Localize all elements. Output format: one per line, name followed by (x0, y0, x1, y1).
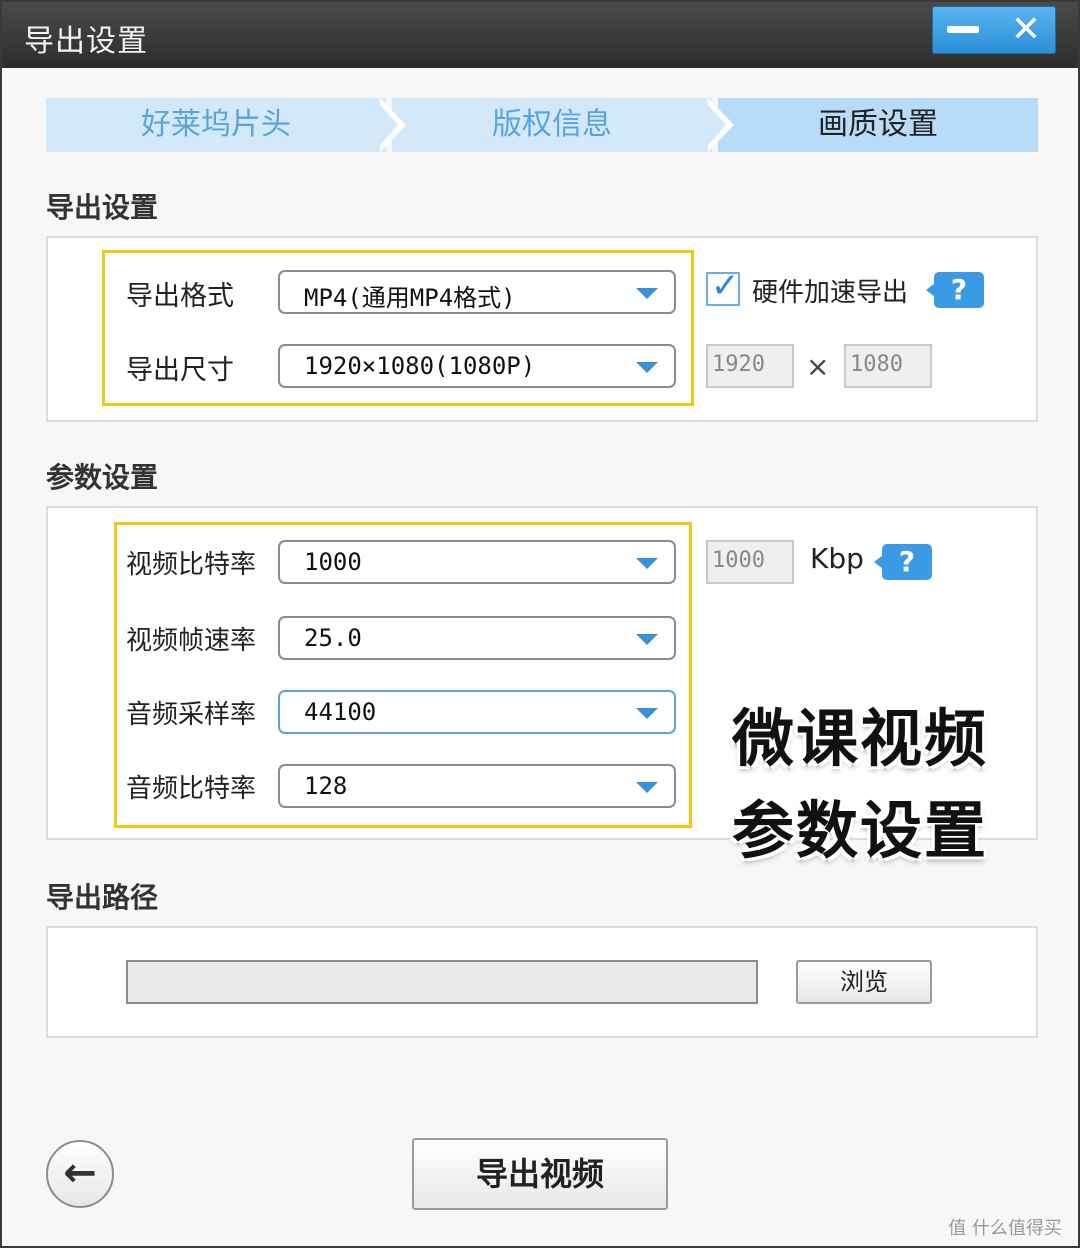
chevron-down-icon (636, 558, 658, 569)
export-settings-window: 导出设置 ✕ 好莱坞片头 版权信息 画质设置 导出设置 导出格式 MP4(通用M… (0, 0, 1080, 1248)
chevron-down-icon (636, 288, 658, 299)
export-path-input[interactable] (126, 960, 758, 1004)
export-settings-title: 导出设置 (46, 191, 159, 224)
hw-accel-checkbox[interactable]: ✓ (706, 266, 740, 306)
video-bitrate-select[interactable]: 1000 (278, 540, 676, 584)
audio-bitrate-value: 128 (304, 772, 348, 800)
tab-hollywood-intro[interactable]: 好莱坞片头 (46, 98, 386, 152)
window-title: 导出设置 (24, 24, 148, 59)
minimize-icon[interactable] (947, 26, 979, 33)
help-icon[interactable]: ? (874, 544, 932, 580)
export-video-button[interactable]: 导出视频 (412, 1138, 668, 1210)
sample-rate-value: 44100 (304, 698, 377, 726)
chevron-down-icon (636, 634, 658, 645)
export-path-title: 导出路径 (46, 881, 159, 914)
checkmark-icon: ✓ (711, 266, 740, 306)
bitrate-unit: Kbp (810, 542, 864, 575)
height-field: 1080 (844, 344, 932, 388)
audio-bitrate-label: 音频比特率 (126, 774, 257, 804)
video-bitrate-readonly: 1000 (706, 540, 794, 584)
step-chevron (374, 98, 398, 152)
help-icon[interactable]: ? (926, 272, 984, 308)
chevron-down-icon (636, 708, 658, 719)
format-select[interactable]: MP4(通用MP4格式) (278, 270, 676, 314)
audio-bitrate-select[interactable]: 128 (278, 764, 676, 808)
size-value: 1920×1080(1080P) (304, 352, 536, 380)
browse-button[interactable]: 浏览 (796, 960, 932, 1004)
title-bar[interactable]: 导出设置 ✕ (2, 2, 1078, 68)
close-icon[interactable]: ✕ (1011, 11, 1041, 49)
size-label: 导出尺寸 (126, 355, 234, 386)
overlay-caption-line1: 微课视频 (732, 702, 989, 775)
back-arrow-icon[interactable]: ← (46, 1140, 114, 1208)
step-tabs: 好莱坞片头 版权信息 画质设置 (46, 98, 1038, 152)
format-value: MP4(通用MP4格式) (304, 284, 516, 312)
frame-rate-select[interactable]: 25.0 (278, 616, 676, 660)
window-controls: ✕ (932, 6, 1056, 54)
tab-copyright-info[interactable]: 版权信息 (392, 98, 712, 152)
overlay-caption-line2: 参数设置 (732, 794, 989, 867)
times-glyph: × (806, 350, 830, 383)
video-bitrate-label: 视频比特率 (126, 550, 257, 580)
tab-quality-settings[interactable]: 画质设置 (718, 98, 1038, 152)
frame-rate-label: 视频帧速率 (126, 626, 257, 656)
watermark: 值 什么值得买 (948, 1218, 1062, 1239)
video-bitrate-value: 1000 (304, 548, 362, 576)
format-label: 导出格式 (126, 281, 234, 312)
sample-rate-label: 音频采样率 (126, 700, 257, 730)
size-select[interactable]: 1920×1080(1080P) (278, 344, 676, 388)
hw-accel-label: 硬件加速导出 (752, 278, 909, 308)
sample-rate-select[interactable]: 44100 (278, 690, 676, 734)
frame-rate-value: 25.0 (304, 624, 362, 652)
chevron-down-icon (636, 782, 658, 793)
param-settings-title: 参数设置 (46, 461, 159, 494)
chevron-down-icon (636, 362, 658, 373)
width-field: 1920 (706, 344, 794, 388)
step-chevron (702, 98, 726, 152)
